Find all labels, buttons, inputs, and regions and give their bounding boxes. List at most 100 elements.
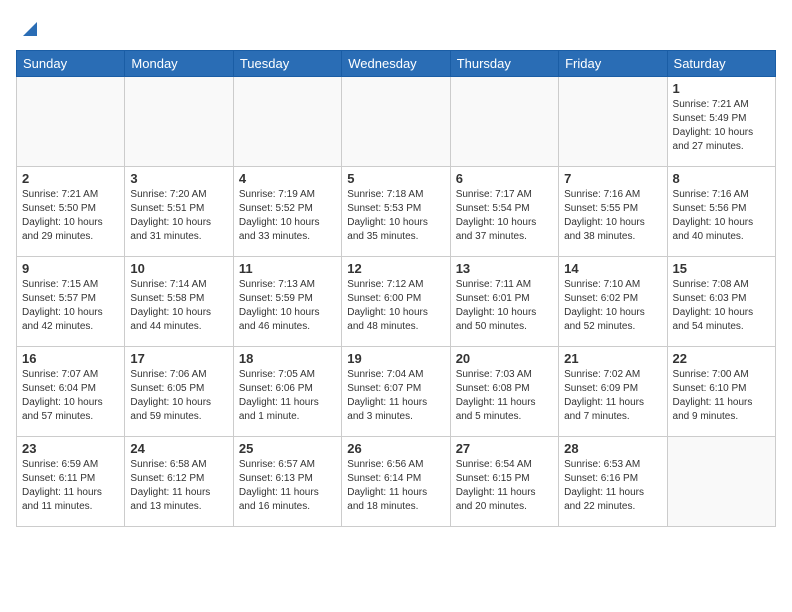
calendar-cell: 6 Sunrise: 7:17 AM Sunset: 5:54 PM Daylig… [450,167,558,257]
day-number: 13 [456,261,553,276]
day-number: 23 [22,441,119,456]
calendar-cell: 19 Sunrise: 7:04 AM Sunset: 6:07 PM Dayli… [342,347,450,437]
day-info: Sunrise: 7:00 AM Sunset: 6:10 PM Dayligh… [673,368,770,424]
day-info: Sunrise: 7:20 AM Sunset: 5:51 PM Dayligh… [130,188,227,244]
calendar-cell: 27 Sunrise: 6:54 AM Sunset: 6:15 PM Dayli… [450,437,558,527]
day-info: Sunrise: 6:57 AM Sunset: 6:13 PM Dayligh… [239,458,336,514]
calendar-cell: 22 Sunrise: 7:00 AM Sunset: 6:10 PM Dayli… [667,347,775,437]
calendar-cell: 3 Sunrise: 7:20 AM Sunset: 5:51 PM Daylig… [125,167,233,257]
calendar-cell: 15 Sunrise: 7:08 AM Sunset: 6:03 PM Dayli… [667,257,775,347]
day-info: Sunrise: 7:08 AM Sunset: 6:03 PM Dayligh… [673,278,770,334]
calendar-header-row: SundayMondayTuesdayWednesdayThursdayFrid… [17,51,776,77]
day-number: 2 [22,171,119,186]
day-number: 6 [456,171,553,186]
day-number: 4 [239,171,336,186]
day-info: Sunrise: 7:16 AM Sunset: 5:56 PM Dayligh… [673,188,770,244]
calendar-cell: 7Sunrise: 7:16 AM Sunset: 5:55 PM Daylig… [559,167,667,257]
calendar-day-header: Friday [559,51,667,77]
day-info: Sunrise: 7:19 AM Sunset: 5:52 PM Dayligh… [239,188,336,244]
logo-icon [19,18,41,40]
calendar-day-header: Wednesday [342,51,450,77]
calendar-day-header: Thursday [450,51,558,77]
calendar-cell: 14 Sunrise: 7:10 AM Sunset: 6:02 PM Dayli… [559,257,667,347]
day-number: 28 [564,441,661,456]
day-info: Sunrise: 6:58 AM Sunset: 6:12 PM Dayligh… [130,458,227,514]
calendar-cell: 21 Sunrise: 7:02 AM Sunset: 6:09 PM Dayli… [559,347,667,437]
calendar-cell: 12 Sunrise: 7:12 AM Sunset: 6:00 PM Dayli… [342,257,450,347]
calendar-cell: 28 Sunrise: 6:53 AM Sunset: 6:16 PM Dayli… [559,437,667,527]
calendar-cell [17,77,125,167]
day-info: Sunrise: 7:16 AM Sunset: 5:55 PM Dayligh… [564,188,661,244]
calendar-cell: 25Sunrise: 6:57 AM Sunset: 6:13 PM Dayli… [233,437,341,527]
page-header [16,16,776,40]
day-number: 9 [22,261,119,276]
day-number: 1 [673,81,770,96]
calendar-week-row: 23 Sunrise: 6:59 AM Sunset: 6:11 PM Dayli… [17,437,776,527]
day-info: Sunrise: 7:05 AM Sunset: 6:06 PM Dayligh… [239,368,336,424]
day-number: 14 [564,261,661,276]
calendar-cell [450,77,558,167]
day-number: 12 [347,261,444,276]
day-info: Sunrise: 7:10 AM Sunset: 6:02 PM Dayligh… [564,278,661,334]
calendar-cell: 4 Sunrise: 7:19 AM Sunset: 5:52 PM Daylig… [233,167,341,257]
calendar-cell: 17Sunrise: 7:06 AM Sunset: 6:05 PM Dayli… [125,347,233,437]
day-number: 27 [456,441,553,456]
calendar-week-row: 16 Sunrise: 7:07 AM Sunset: 6:04 PM Dayli… [17,347,776,437]
day-info: Sunrise: 7:18 AM Sunset: 5:53 PM Dayligh… [347,188,444,244]
day-info: Sunrise: 7:07 AM Sunset: 6:04 PM Dayligh… [22,368,119,424]
day-info: Sunrise: 7:06 AM Sunset: 6:05 PM Dayligh… [130,368,227,424]
calendar-cell [559,77,667,167]
calendar-cell: 26 Sunrise: 6:56 AM Sunset: 6:14 PM Dayli… [342,437,450,527]
calendar-day-header: Saturday [667,51,775,77]
day-number: 3 [130,171,227,186]
calendar-week-row: 1 Sunrise: 7:21 AM Sunset: 5:49 PM Daylig… [17,77,776,167]
calendar-cell: 11 Sunrise: 7:13 AM Sunset: 5:59 PM Dayli… [233,257,341,347]
logo [16,16,41,40]
day-info: Sunrise: 7:04 AM Sunset: 6:07 PM Dayligh… [347,368,444,424]
calendar-cell: 23 Sunrise: 6:59 AM Sunset: 6:11 PM Dayli… [17,437,125,527]
day-info: Sunrise: 7:03 AM Sunset: 6:08 PM Dayligh… [456,368,553,424]
calendar-cell: 5 Sunrise: 7:18 AM Sunset: 5:53 PM Daylig… [342,167,450,257]
calendar-cell: 1 Sunrise: 7:21 AM Sunset: 5:49 PM Daylig… [667,77,775,167]
calendar-day-header: Tuesday [233,51,341,77]
day-info: Sunrise: 6:59 AM Sunset: 6:11 PM Dayligh… [22,458,119,514]
day-info: Sunrise: 7:15 AM Sunset: 5:57 PM Dayligh… [22,278,119,334]
calendar-cell [667,437,775,527]
day-number: 10 [130,261,227,276]
calendar-cell [125,77,233,167]
day-number: 15 [673,261,770,276]
day-info: Sunrise: 7:13 AM Sunset: 5:59 PM Dayligh… [239,278,336,334]
day-number: 16 [22,351,119,366]
day-info: Sunrise: 6:54 AM Sunset: 6:15 PM Dayligh… [456,458,553,514]
day-info: Sunrise: 6:53 AM Sunset: 6:16 PM Dayligh… [564,458,661,514]
day-info: Sunrise: 7:21 AM Sunset: 5:50 PM Dayligh… [22,188,119,244]
calendar-cell: 18 Sunrise: 7:05 AM Sunset: 6:06 PM Dayli… [233,347,341,437]
day-info: Sunrise: 7:21 AM Sunset: 5:49 PM Dayligh… [673,98,770,154]
calendar-cell [342,77,450,167]
calendar-day-header: Monday [125,51,233,77]
calendar-table: SundayMondayTuesdayWednesdayThursdayFrid… [16,50,776,527]
day-info: Sunrise: 7:02 AM Sunset: 6:09 PM Dayligh… [564,368,661,424]
day-number: 8 [673,171,770,186]
calendar-cell: 2 Sunrise: 7:21 AM Sunset: 5:50 PM Daylig… [17,167,125,257]
day-number: 18 [239,351,336,366]
day-info: Sunrise: 7:11 AM Sunset: 6:01 PM Dayligh… [456,278,553,334]
day-number: 5 [347,171,444,186]
day-number: 26 [347,441,444,456]
day-number: 22 [673,351,770,366]
day-number: 19 [347,351,444,366]
calendar-cell: 8 Sunrise: 7:16 AM Sunset: 5:56 PM Daylig… [667,167,775,257]
calendar-cell: 10Sunrise: 7:14 AM Sunset: 5:58 PM Dayli… [125,257,233,347]
day-number: 11 [239,261,336,276]
calendar-day-header: Sunday [17,51,125,77]
calendar-cell: 13 Sunrise: 7:11 AM Sunset: 6:01 PM Dayli… [450,257,558,347]
calendar-cell: 9 Sunrise: 7:15 AM Sunset: 5:57 PM Daylig… [17,257,125,347]
day-number: 20 [456,351,553,366]
day-info: Sunrise: 7:12 AM Sunset: 6:00 PM Dayligh… [347,278,444,334]
day-number: 21 [564,351,661,366]
calendar-week-row: 9 Sunrise: 7:15 AM Sunset: 5:57 PM Daylig… [17,257,776,347]
day-info: Sunrise: 6:56 AM Sunset: 6:14 PM Dayligh… [347,458,444,514]
calendar-week-row: 2 Sunrise: 7:21 AM Sunset: 5:50 PM Daylig… [17,167,776,257]
day-info: Sunrise: 7:17 AM Sunset: 5:54 PM Dayligh… [456,188,553,244]
calendar-cell: 16 Sunrise: 7:07 AM Sunset: 6:04 PM Dayli… [17,347,125,437]
